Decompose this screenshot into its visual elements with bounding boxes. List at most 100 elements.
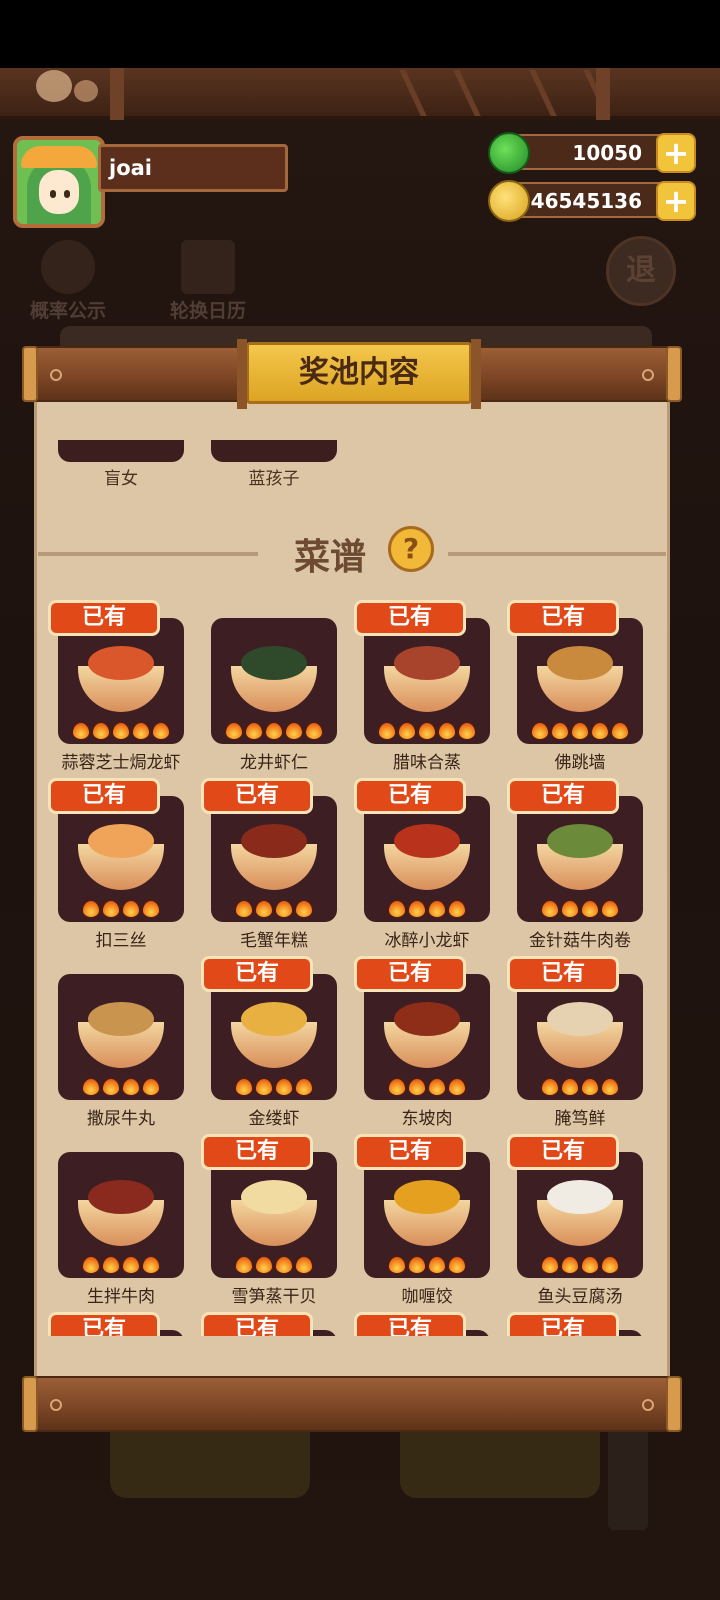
recipe-item[interactable]: 已有 冰醉小龙虾	[354, 778, 490, 968]
wooden-beam	[0, 68, 720, 120]
recipe-name: 腌笃鲜	[554, 1109, 606, 1129]
recipe-card	[517, 974, 643, 1100]
flame-icon	[611, 722, 629, 740]
owned-badge: 已有	[48, 600, 160, 636]
flame-icon	[448, 1256, 466, 1274]
recipe-item[interactable]: 已有 毛蟹年糕	[201, 778, 337, 968]
prize-pool-list[interactable]: 盲女 蓝孩子 菜谱 ? 已有 蒜蓉芝士焗龙虾 龙井虾仁 已有 腊味合蒸 已有 佛跳墙 已有 扣三…	[38, 440, 666, 1336]
recipe-item[interactable]: 已有扣三丝	[48, 778, 184, 968]
flame-icon	[601, 900, 619, 918]
owned-badge: 已有	[48, 778, 160, 814]
recipe-name: 撒尿牛丸	[87, 1109, 155, 1129]
recipe-item[interactable]: 已有 金针菇牛肉卷	[507, 778, 643, 968]
recipe-name: 腊味合蒸	[393, 753, 461, 773]
flame-icon	[122, 900, 140, 918]
rarity-flames	[525, 1256, 635, 1276]
recipe-card	[364, 796, 490, 922]
recipe-name: 金针菇牛肉卷	[529, 931, 631, 951]
player-avatar[interactable]	[13, 136, 105, 228]
dish-image	[394, 646, 460, 680]
flame-icon	[295, 900, 313, 918]
flame-icon	[561, 1256, 579, 1274]
rarity-flames	[66, 1256, 176, 1276]
flame-icon	[112, 722, 130, 740]
flame-icon	[541, 900, 559, 918]
dish-image	[394, 1002, 460, 1036]
recipe-name: 佛跳墙	[554, 753, 606, 773]
flame-icon	[142, 1256, 160, 1274]
recipe-item[interactable]: 已有 咖喱饺	[354, 1134, 490, 1324]
flame-icon	[581, 1078, 599, 1096]
recipe-item[interactable]: 已有	[507, 1312, 643, 1336]
calendar-icon	[181, 240, 235, 294]
rarity-flames	[66, 900, 176, 920]
flame-icon	[561, 900, 579, 918]
recipe-item[interactable]: 已有 鱼头豆腐汤	[507, 1134, 643, 1324]
owned-badge: 已有	[507, 600, 619, 636]
owned-badge: 已有	[354, 1312, 466, 1336]
flame-icon	[398, 722, 416, 740]
recipe-name: 雪笋蒸干贝	[231, 1287, 317, 1307]
add-coin-button[interactable]: +	[656, 181, 696, 221]
recipe-card	[211, 974, 337, 1100]
character-item[interactable]: 盲女	[58, 440, 184, 489]
recipe-card	[364, 618, 490, 744]
flame-icon	[601, 1078, 619, 1096]
flame-icon	[428, 1078, 446, 1096]
recipe-name: 生拌牛肉	[87, 1287, 155, 1307]
recipe-section-header: 菜谱 ?	[38, 526, 666, 578]
dish-image	[394, 824, 460, 858]
rarity-flames	[219, 722, 329, 742]
chick-decoration	[36, 70, 72, 102]
recipe-item[interactable]: 生拌牛肉	[58, 1134, 184, 1324]
flame-icon	[561, 1078, 579, 1096]
recipe-card	[364, 974, 490, 1100]
flame-icon	[388, 1078, 406, 1096]
flame-icon	[102, 1078, 120, 1096]
recipe-item[interactable]: 已有腊味合蒸	[354, 600, 490, 790]
flame-icon	[152, 722, 170, 740]
recipe-item[interactable]: 已有 雪笋蒸干贝	[201, 1134, 337, 1324]
add-jade-button[interactable]: +	[656, 133, 696, 173]
owned-badge: 已有	[354, 600, 466, 636]
beam-post	[110, 68, 124, 120]
character-item[interactable]: 蓝孩子	[211, 440, 337, 489]
help-icon[interactable]: ?	[388, 526, 434, 572]
flame-icon	[235, 900, 253, 918]
recipe-item[interactable]: 已有佛跳墙	[507, 600, 643, 790]
recipe-name: 扣三丝	[95, 931, 147, 951]
probability-button[interactable]: 概率公示	[30, 240, 106, 323]
flame-icon	[448, 1078, 466, 1096]
recipe-name: 金缕虾	[248, 1109, 300, 1129]
flame-icon	[571, 722, 589, 740]
recipe-item[interactable]: 已有	[354, 1312, 490, 1336]
flame-icon	[285, 722, 303, 740]
flame-icon	[102, 1256, 120, 1274]
flame-icon	[255, 1078, 273, 1096]
discount-tag[interactable]	[608, 1420, 648, 1530]
recipe-card	[517, 618, 643, 744]
owned-badge: 已有	[201, 956, 313, 992]
flame-icon	[295, 1078, 313, 1096]
recipe-item[interactable]: 已有	[201, 1312, 337, 1336]
recipe-item[interactable]: 已有 腌笃鲜	[507, 956, 643, 1146]
dish-image	[547, 1002, 613, 1036]
flame-icon	[102, 900, 120, 918]
recipe-item[interactable]: 撒尿牛丸	[58, 956, 184, 1146]
recipe-card	[517, 1152, 643, 1278]
rarity-flames	[372, 722, 482, 742]
recipe-item[interactable]: 已有金缕虾	[201, 956, 337, 1146]
rarity-flames	[219, 900, 329, 920]
recipe-item[interactable]: 已有	[48, 1312, 184, 1336]
rarity-flames	[372, 1256, 482, 1276]
calendar-button[interactable]: 轮换日历	[170, 240, 246, 323]
recipe-name: 毛蟹年糕	[240, 931, 308, 951]
recipe-item[interactable]: 龙井虾仁	[211, 600, 337, 790]
recipe-item[interactable]: 已有 东坡肉	[354, 956, 490, 1146]
flame-icon	[142, 900, 160, 918]
flame-icon	[408, 1256, 426, 1274]
exit-button[interactable]: 退	[606, 236, 676, 306]
recipe-card	[364, 1152, 490, 1278]
flame-icon	[92, 722, 110, 740]
recipe-item[interactable]: 已有 蒜蓉芝士焗龙虾	[48, 600, 184, 790]
